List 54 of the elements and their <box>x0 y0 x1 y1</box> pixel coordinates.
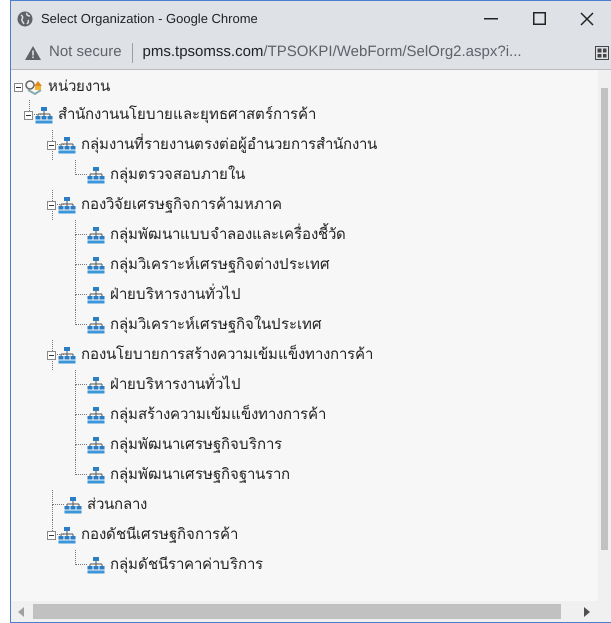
tree-item-label[interactable]: ฝ่ายบริหารงานทั่วไป <box>110 284 241 306</box>
org-chart-icon <box>87 436 105 454</box>
vertical-scrollbar[interactable] <box>598 70 611 601</box>
org-chart-icon <box>58 346 76 364</box>
horizontal-scrollbar[interactable] <box>11 601 611 623</box>
collapse-icon[interactable] <box>14 82 23 92</box>
tree-item-label[interactable]: กลุ่มวิเคราะห์เศรษฐกิจต่างประเทศ <box>110 254 330 276</box>
org-chart-icon <box>58 196 76 214</box>
org-chart-icon <box>87 256 105 274</box>
scrollbar-thumb[interactable] <box>33 604 561 619</box>
tree-item-label[interactable]: กลุ่มดัชนีราคาค่าบริการ <box>110 554 263 576</box>
org-chart-icon <box>87 376 105 394</box>
home-network-icon <box>25 78 43 96</box>
warning-icon <box>25 46 41 60</box>
org-chart-icon <box>87 166 105 184</box>
url-text[interactable]: pms.tpsomss.com/TPSOKPI/WebForm/SelOrg2.aspx?i... <box>142 41 522 64</box>
security-label: Not secure <box>49 42 122 62</box>
collapse-icon[interactable] <box>47 140 56 150</box>
org-chart-icon <box>58 526 76 544</box>
org-chart-icon <box>87 466 105 484</box>
collapse-icon[interactable] <box>47 530 56 540</box>
collapse-icon[interactable] <box>24 110 33 120</box>
tree-item-label[interactable]: ส่วนกลาง <box>87 494 147 516</box>
org-chart-icon <box>87 286 105 304</box>
collapse-icon[interactable] <box>47 350 56 360</box>
tree-item-label[interactable]: กลุ่มพัฒนาเศรษฐกิจฐานราก <box>110 464 290 486</box>
minimize-icon <box>484 18 498 20</box>
collapse-icon[interactable] <box>47 200 56 210</box>
globe-icon <box>17 10 33 26</box>
tree-item-label[interactable]: กลุ่มสร้างความเข้มแข็งทางการค้า <box>110 404 326 426</box>
close-icon <box>580 12 594 26</box>
qr-code-icon[interactable] <box>595 46 609 60</box>
org-chart-icon <box>87 406 105 424</box>
org-chart-icon <box>87 316 105 334</box>
scroll-right-icon[interactable] <box>583 606 591 616</box>
tree-item-label[interactable]: กลุ่มพัฒนาเศรษฐกิจบริการ <box>110 434 282 456</box>
org-chart-icon <box>87 556 105 574</box>
tree-item-label[interactable]: กองดัชนีเศรษฐกิจการค้า <box>81 524 238 546</box>
window-title: Select Organization - Google Chrome <box>41 10 258 28</box>
org-chart-icon <box>64 496 82 514</box>
scrollbar-thumb[interactable] <box>601 88 608 550</box>
org-chart-icon <box>35 106 53 124</box>
tree-item-label[interactable]: กองวิจัยเศรษฐกิจการค้ามหภาค <box>81 194 282 216</box>
org-chart-icon <box>58 136 76 154</box>
tree-item-label[interactable]: กลุ่มตรวจสอบภายใน <box>110 164 245 186</box>
tree-item-label[interactable]: กองนโยบายการสร้างความเข้มแข็งทางการค้า <box>81 344 373 366</box>
tree-item-label[interactable]: ฝ่ายบริหารงานทั่วไป <box>110 374 241 396</box>
tree-item-label[interactable]: หน่วยงาน <box>48 76 110 98</box>
org-chart-icon <box>87 226 105 244</box>
maximize-icon <box>532 12 546 25</box>
tree-item-label[interactable]: สำนักงานนโยบายและยุทธศาสตร์การค้า <box>58 104 316 126</box>
tree-item-label[interactable]: กลุ่มงานที่รายงานตรงต่อผู้อำนวยการสำนักงาน <box>81 134 377 156</box>
tree-item-label[interactable]: กลุ่มวิเคราะห์เศรษฐกิจในประเทศ <box>110 314 322 336</box>
tree-item-label[interactable]: กลุ่มพัฒนาแบบจำลองและเครื่องชี้วัด <box>110 224 346 246</box>
